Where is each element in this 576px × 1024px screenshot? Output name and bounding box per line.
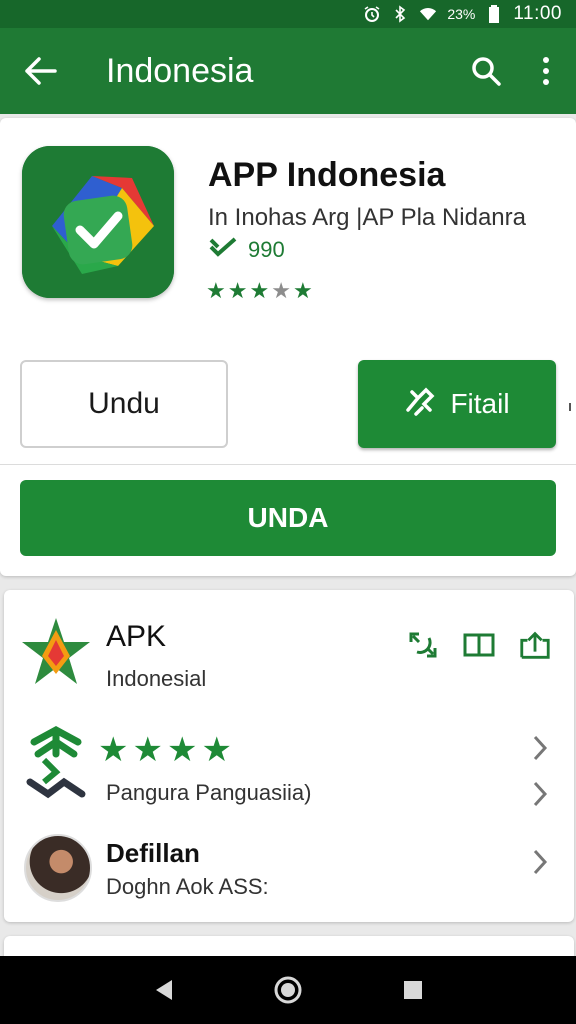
battery-percent: 23% [447,6,476,22]
undu-button[interactable]: Undu [20,360,228,448]
search-icon[interactable] [456,28,516,114]
row-title: APK [106,620,167,653]
back-arrow-icon[interactable] [0,28,80,114]
list-item-apk[interactable]: APK Indonesial [4,614,574,714]
star-icon: ★ [227,278,250,303]
chevron-right-icon[interactable] [532,848,548,881]
star-icon: ★ [206,278,228,303]
chevron-right-icon[interactable] [532,780,548,813]
unda-button[interactable]: UNDA [20,480,556,556]
bluetooth-icon [391,5,409,23]
app-logo-icon[interactable] [22,146,174,298]
tools-icon [404,386,438,423]
star-icon: ★ [201,731,236,769]
app-meta: 990 [208,236,285,264]
row-rating: ★★★★ [98,730,236,770]
row-subtitle: Doghn Aok ASS: [106,874,269,899]
row-actions [406,628,552,662]
chevron-right-icon[interactable] [532,734,548,767]
list-item-profile[interactable]: Defillan Doghn Aok ASS: [4,828,574,908]
app-developer[interactable]: In Inohas Arg |AP Pla Nidanra [208,204,526,232]
star-icon: ★ [271,278,293,303]
star-icon: ★ [249,278,272,303]
edge-marker [568,398,576,411]
more-vert-icon[interactable] [516,28,576,114]
battery-icon [485,5,503,23]
details-card: APK Indonesial ★★★★ Pangura Panguasiia) [4,590,574,922]
avatar [24,834,92,902]
nav-recents-icon[interactable] [395,972,431,1008]
book-icon[interactable] [462,628,496,662]
fitail-button[interactable]: Fitail [358,360,556,448]
star-icon: ★ [166,731,202,769]
page-title: Indonesia [106,51,254,90]
nav-home-icon[interactable] [270,972,306,1008]
list-item-rating[interactable]: ★★★★ Pangura Panguasiia) [4,722,574,812]
apk-star-icon [20,616,92,688]
app-count: 990 [248,237,285,262]
nav-back-icon[interactable] [145,972,181,1008]
verified-icon [208,236,238,264]
app-rating: ★★★★★ [206,278,315,304]
upload-icon[interactable] [518,628,552,662]
divider [0,464,576,465]
row-title: Defillan [106,838,200,868]
system-nav-bar [0,956,576,1024]
wifi-icon [419,5,437,23]
status-time: 11:00 [513,3,562,24]
star-icon: ★ [132,731,167,769]
app-name: APP Indonesia [208,156,446,194]
fitail-label: Fitail [450,388,510,419]
app-header-card: APP Indonesia In Inohas Arg |AP Pla Nida… [0,118,576,576]
app-bar: Indonesia [0,28,576,114]
share-icon [20,726,92,800]
alarm-icon [363,5,381,23]
star-icon: ★ [292,278,315,303]
row-subtitle: Pangura Panguasiia) [106,780,312,805]
sync-icon[interactable] [406,628,440,662]
row-subtitle: Indonesial [106,666,207,691]
star-icon: ★ [98,731,133,769]
status-bar: 23% 11:00 [0,0,576,28]
